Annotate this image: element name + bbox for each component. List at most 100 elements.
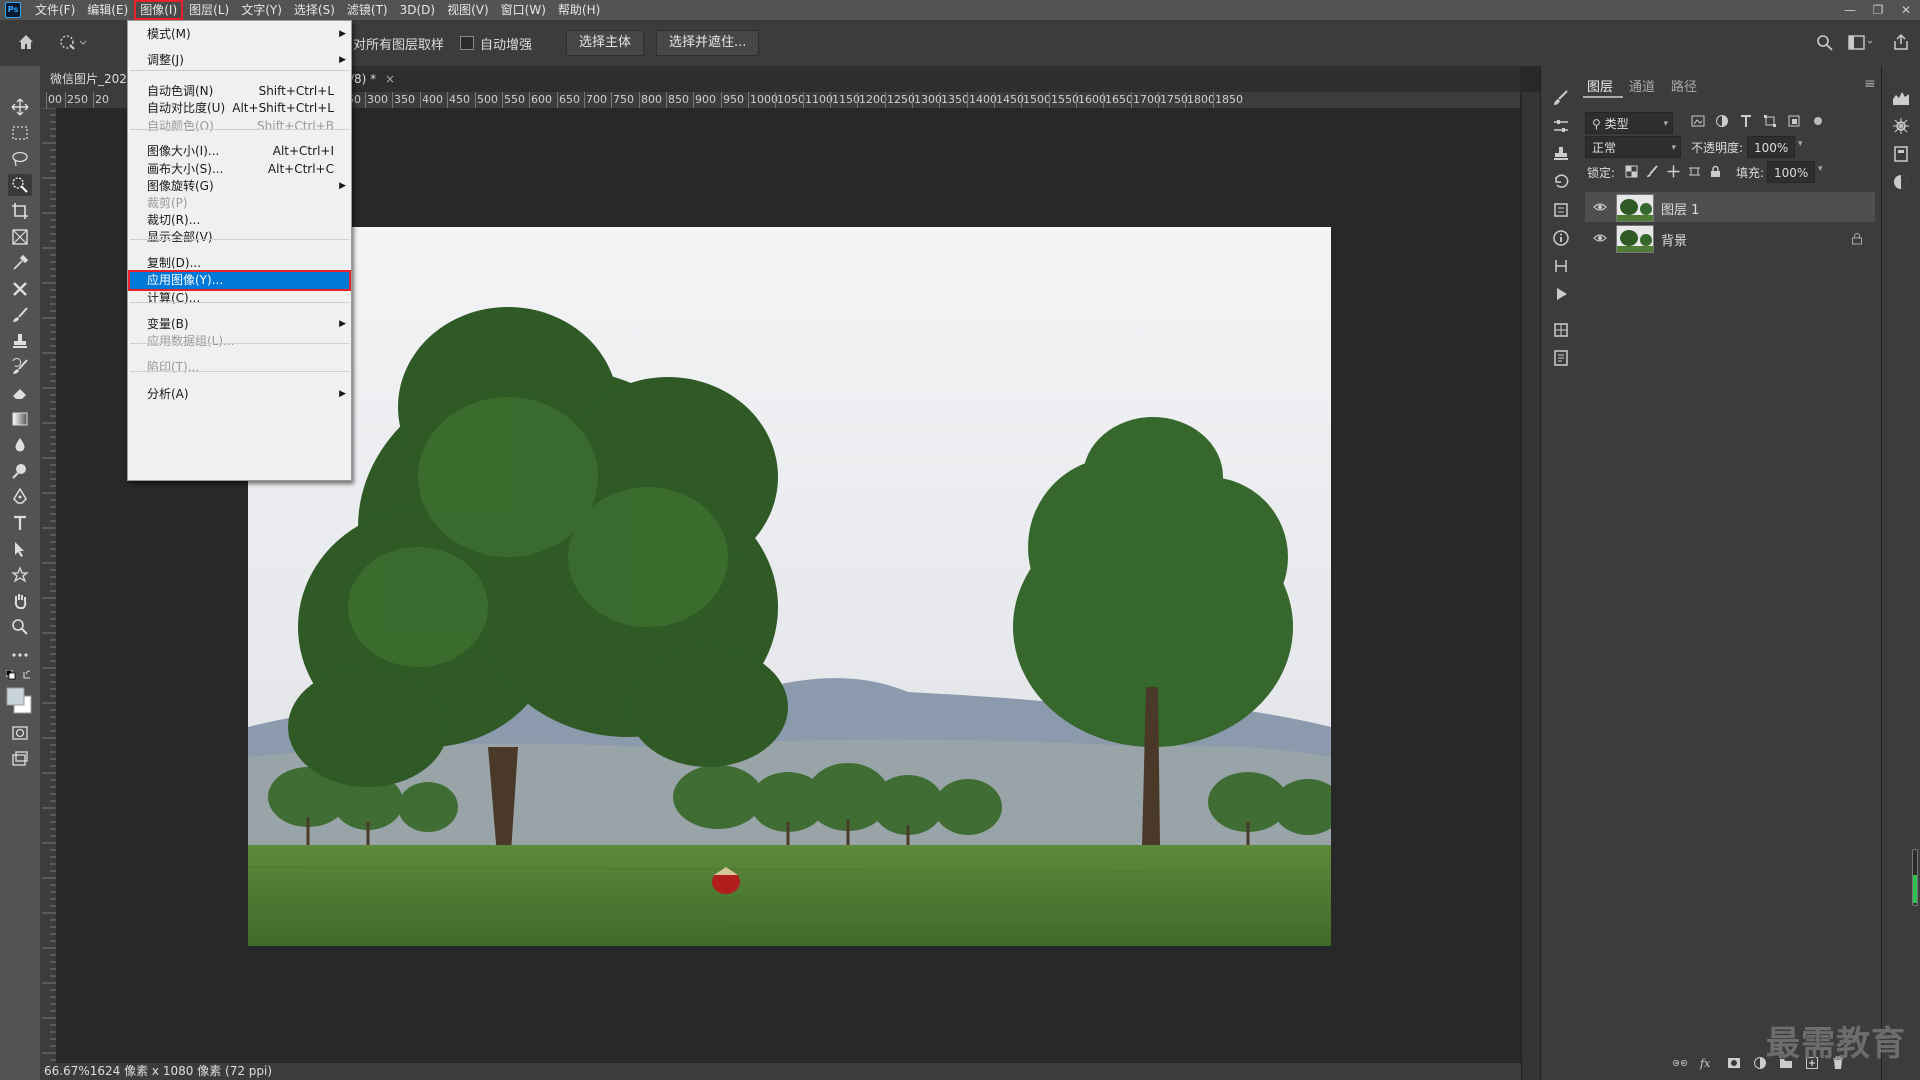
quick-selection-tool-icon[interactable]	[8, 174, 32, 196]
layer-row[interactable]: 背景	[1585, 223, 1875, 253]
link-layers-icon[interactable]	[1673, 1056, 1687, 1070]
brush-settings-icon[interactable]	[1551, 88, 1571, 108]
minimize-icon[interactable]: —	[1836, 0, 1864, 20]
lock-all-icon[interactable]	[1709, 165, 1722, 178]
select-subject-button[interactable]: 选择主体	[566, 30, 645, 56]
visibility-eye-icon[interactable]	[1593, 232, 1607, 244]
menu-item[interactable]: 选择(S)	[288, 0, 341, 20]
filter-shape-icon[interactable]	[1763, 114, 1777, 128]
brush-tool-icon[interactable]	[8, 304, 32, 326]
swatches-icon[interactable]	[1891, 144, 1911, 164]
fx-icon[interactable]: fx	[1699, 1056, 1715, 1070]
dodge-tool-icon[interactable]	[8, 460, 32, 482]
home-icon[interactable]	[16, 32, 36, 52]
lock-pixels-icon[interactable]	[1646, 165, 1659, 178]
history-brush-tool-icon[interactable]	[8, 356, 32, 378]
tab-paths[interactable]: 路径	[1671, 76, 1697, 95]
marquee-tool-icon[interactable]	[8, 122, 32, 144]
libraries-icon[interactable]	[1551, 320, 1571, 340]
menu-option[interactable]: 调整(J) ▶	[128, 50, 351, 71]
healing-brush-tool-icon[interactable]	[8, 278, 32, 300]
layer-row[interactable]: 图层 1	[1585, 192, 1875, 222]
screen-mode-icon[interactable]	[8, 748, 32, 770]
notes-icon[interactable]	[1551, 348, 1571, 368]
opacity-chevron-icon[interactable]: ▾	[1798, 139, 1803, 149]
clone-source-icon[interactable]	[1551, 144, 1571, 164]
default-colors-icon[interactable]	[6, 670, 34, 682]
fill-chevron-icon[interactable]: ▾	[1818, 164, 1823, 174]
layer-lock-icon[interactable]	[1851, 232, 1863, 245]
menu-item[interactable]: 编辑(E)	[81, 0, 134, 20]
pen-tool-icon[interactable]	[8, 486, 32, 508]
adjustments-icon[interactable]	[1551, 116, 1571, 136]
actions-play-icon[interactable]	[1551, 284, 1571, 304]
lasso-tool-icon[interactable]	[8, 148, 32, 170]
menu-option[interactable]: 计算(C)...	[128, 288, 351, 309]
menu-item[interactable]: 图像(I)	[134, 0, 184, 20]
info-icon[interactable]	[1551, 228, 1571, 248]
properties-icon[interactable]	[1551, 200, 1571, 220]
move-tool-icon[interactable]	[8, 96, 32, 118]
menu-item[interactable]: 窗口(W)	[495, 0, 552, 20]
histogram-icon[interactable]	[1891, 88, 1911, 108]
eyedropper-tool-icon[interactable]	[8, 252, 32, 274]
document-image[interactable]	[248, 227, 1331, 946]
auto-enhance-checkbox[interactable]	[460, 36, 474, 50]
filter-type-icon[interactable]	[1739, 114, 1753, 128]
filter-adjustment-icon[interactable]	[1715, 114, 1729, 128]
crop-tool-icon[interactable]	[8, 200, 32, 222]
menu-item[interactable]: 帮助(H)	[552, 0, 606, 20]
menu-item[interactable]: 文件(F)	[29, 0, 81, 20]
menu-item[interactable]: 图层(L)	[183, 0, 235, 20]
tab-layers[interactable]: 图层	[1587, 76, 1613, 95]
filter-toggle-icon[interactable]	[1811, 114, 1825, 128]
hand-tool-icon[interactable]	[8, 590, 32, 612]
more-tools-icon[interactable]	[8, 644, 32, 666]
paths-icon[interactable]	[1551, 256, 1571, 276]
restore-icon[interactable]: ❐	[1864, 0, 1892, 20]
layer-filter-select[interactable]: ⚲ 类型 ▾	[1585, 112, 1673, 134]
menu-option[interactable]: 显示全部(V)	[128, 227, 351, 248]
frame-tool-icon[interactable]	[8, 226, 32, 248]
path-selection-tool-icon[interactable]	[8, 538, 32, 560]
vertical-ruler[interactable]	[40, 108, 57, 1063]
blend-mode-select[interactable]: 正常 ▾	[1585, 136, 1681, 158]
share-icon[interactable]	[1892, 33, 1910, 51]
gradient-tool-icon[interactable]	[8, 408, 32, 430]
workspace-icon[interactable]	[1848, 34, 1874, 52]
lock-artboard-icon[interactable]	[1688, 165, 1701, 178]
visibility-eye-icon[interactable]	[1593, 201, 1607, 213]
panel-menu-icon[interactable]: ≡	[1864, 76, 1876, 92]
fill-input[interactable]: 100%	[1767, 161, 1815, 183]
search-icon[interactable]	[1816, 34, 1834, 52]
quick-selection-preset-icon[interactable]	[58, 32, 88, 52]
scroll-indicator[interactable]	[1912, 849, 1918, 906]
quick-mask-icon[interactable]	[8, 722, 32, 744]
close-icon[interactable]: ✕	[1892, 0, 1920, 20]
menu-item[interactable]: 3D(D)	[394, 0, 441, 20]
type-tool-icon[interactable]	[8, 512, 32, 534]
blur-tool-icon[interactable]	[8, 434, 32, 456]
clone-stamp-tool-icon[interactable]	[8, 330, 32, 352]
navigator-icon[interactable]	[1891, 116, 1911, 136]
shape-tool-icon[interactable]	[8, 564, 32, 586]
menu-item[interactable]: 视图(V)	[441, 0, 495, 20]
document-tab-close-icon[interactable]: ×	[385, 66, 395, 92]
filter-pixel-icon[interactable]	[1691, 114, 1705, 128]
history-icon[interactable]	[1551, 172, 1571, 192]
lock-position-icon[interactable]	[1667, 165, 1680, 178]
menu-item[interactable]: 滤镜(T)	[341, 0, 394, 20]
canvas-vertical-scrollbar[interactable]	[1521, 92, 1540, 1080]
opacity-input[interactable]: 100%	[1747, 136, 1795, 158]
menu-option[interactable]: 模式(M) ▶	[128, 24, 351, 45]
menu-option[interactable]: 分析(A) ▶	[128, 384, 351, 405]
filter-smart-object-icon[interactable]	[1787, 114, 1801, 128]
eraser-tool-icon[interactable]	[8, 382, 32, 404]
tab-channels[interactable]: 通道	[1629, 76, 1655, 95]
lock-transparent-icon[interactable]	[1625, 165, 1638, 178]
new-fill-adjustment-icon[interactable]	[1753, 1056, 1767, 1070]
add-mask-icon[interactable]	[1727, 1056, 1741, 1070]
zoom-tool-icon[interactable]	[8, 616, 32, 638]
menu-item[interactable]: 文字(Y)	[235, 0, 288, 20]
select-and-mask-button[interactable]: 选择并遮住...	[656, 30, 760, 56]
